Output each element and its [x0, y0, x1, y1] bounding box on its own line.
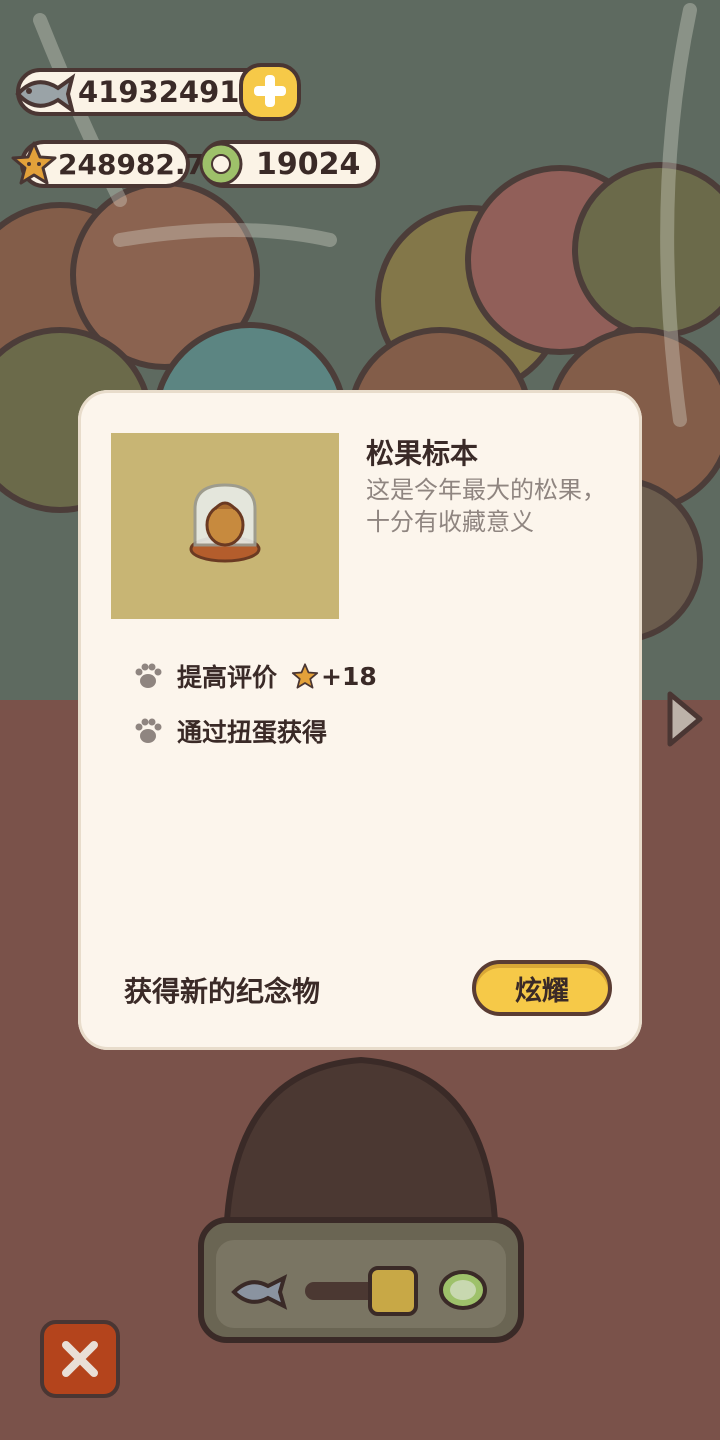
paw-icon: [135, 663, 162, 688]
close-icon: [62, 1341, 98, 1377]
ring-icon: [199, 142, 243, 186]
item-image: [111, 433, 339, 619]
machine-ring-icon: [439, 1270, 487, 1310]
plus-icon: [239, 63, 301, 121]
ring-count: 19024: [256, 146, 361, 182]
close-button[interactable]: [40, 1320, 120, 1398]
machine-slider-handle[interactable]: [368, 1266, 418, 1316]
rating-label: 提高评价: [177, 663, 278, 692]
new-souvenir-text: 获得新的纪念物: [124, 975, 321, 1008]
paw-icon: [135, 718, 162, 743]
fish-icon: [15, 73, 76, 115]
show-off-button[interactable]: 炫耀: [472, 960, 612, 1016]
pinecone-specimen-icon: [189, 483, 261, 563]
rating-value: +18: [321, 661, 377, 691]
fish-count: 419324919: [78, 75, 260, 109]
star-icon: [291, 663, 319, 689]
item-description: 这是今年最大的松果，十分有收藏意义: [366, 476, 606, 536]
source-row: 通过扭蛋获得: [133, 713, 327, 749]
star-icon: [11, 141, 57, 185]
add-fish-button[interactable]: [238, 62, 302, 124]
star-count: 248982.7: [58, 147, 206, 181]
item-name: 松果标本: [366, 437, 479, 470]
next-arrow-icon[interactable]: [664, 690, 706, 748]
item-dialog: 松果标本 这是今年最大的松果，十分有收藏意义 提高评价 +18 通过扭蛋获得 获…: [78, 390, 642, 1050]
game-screen: 419324919 248982.7 19024 松果标本 这是今年最大的松果，…: [0, 0, 720, 1440]
source-label: 通过扭蛋获得: [177, 718, 328, 747]
machine-fish-icon: [231, 1274, 288, 1310]
rating-row: 提高评价 +18: [133, 658, 377, 694]
